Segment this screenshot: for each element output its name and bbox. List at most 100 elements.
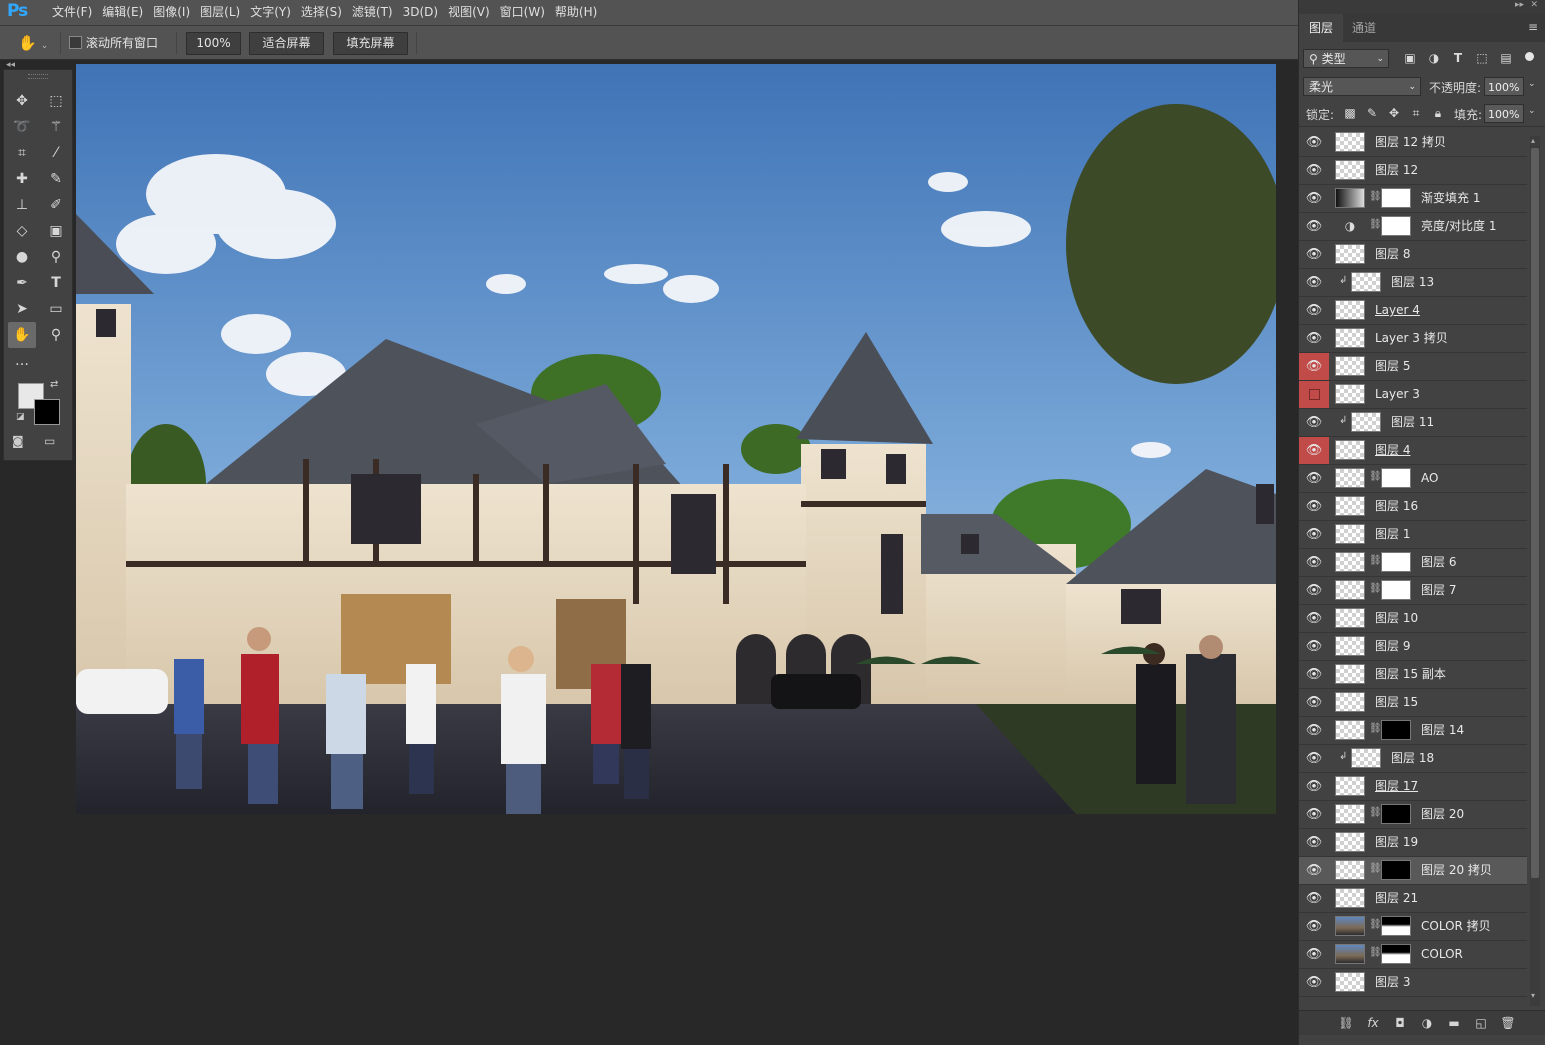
fill-screen-button[interactable]: 填充屏幕 [333,32,408,55]
link-icon[interactable]: ⛓ [1335,1014,1357,1032]
eye-icon[interactable]: 👁︎ [1299,325,1329,352]
path-select-icon[interactable]: ➤ [8,296,36,322]
layer-row[interactable]: 👁︎ Layer 3 拷贝 [1299,325,1527,353]
layer-row[interactable]: 👁︎ 图层 12 [1299,157,1527,185]
hand-icon[interactable]: ✋ [8,322,36,348]
tab-layers[interactable]: 图层 [1299,14,1344,42]
layer-row[interactable]: 👁︎ ⛓ COLOR [1299,941,1527,969]
link-icon[interactable]: ⛓ [1369,863,1382,874]
filter-pixel-icon[interactable]: ▣ [1402,51,1418,65]
filter-adjustment-icon[interactable]: ◑ [1426,51,1442,65]
link-icon[interactable]: ⛓ [1369,555,1382,566]
layer-row[interactable]: 👁︎ 图层 5 [1299,353,1527,381]
layer-mask-thumbnail[interactable] [1381,216,1411,236]
type-icon[interactable]: T [42,270,70,296]
adjustment-icon[interactable]: ◑ [1416,1014,1438,1032]
link-icon[interactable]: ⛓ [1369,471,1382,482]
layer-row[interactable]: 👁︎ 图层 19 [1299,829,1527,857]
filter-kind-select[interactable]: ⚲ 类型 ⌄ [1303,49,1389,68]
link-icon[interactable]: ⛓ [1369,807,1382,818]
layer-row[interactable]: 👁︎ 图层 9 [1299,633,1527,661]
zoom-icon[interactable]: ⚲ [42,322,70,348]
eye-icon[interactable]: 👁︎ [1299,409,1329,436]
lock-all-icon[interactable]: 🔒︎ [1430,106,1446,121]
menu-item[interactable]: 帮助(H) [550,0,602,25]
history-brush-icon[interactable]: ✐ [42,192,70,218]
layer-mask-thumbnail[interactable] [1381,720,1411,740]
layer-row[interactable]: 👁︎ 图层 15 [1299,689,1527,717]
link-icon[interactable]: ⛓ [1369,583,1382,594]
layer-row[interactable]: 👁︎ 图层 21 [1299,885,1527,913]
delete-icon[interactable]: 🗑︎ [1497,1014,1519,1032]
layer-mask-thumbnail[interactable] [1381,804,1411,824]
collapse-panels-icon[interactable]: ▸▸ [1515,0,1524,10]
add-mask-icon[interactable]: ◘ [1389,1014,1411,1032]
fill-dropdown-icon[interactable]: ⌄ [1528,106,1536,116]
layer-row[interactable]: 👁︎ ⛓ AO [1299,465,1527,493]
eye-icon[interactable]: 👁︎ [1299,717,1329,744]
layer-row[interactable]: 👁︎ 图层 17 [1299,773,1527,801]
layer-row[interactable]: 👁︎ 图层 15 副本 [1299,661,1527,689]
eye-icon[interactable]: 👁︎ [1299,437,1329,464]
layer-row[interactable]: 👁︎ ↲ 图层 18 [1299,745,1527,773]
menu-item[interactable]: 滤镜(T) [347,0,398,25]
menu-item[interactable]: 3D(D) [398,0,443,25]
quick-mask-icon[interactable]: ◙ [12,434,24,448]
background-color-swatch[interactable] [34,399,60,425]
magic-wand-icon[interactable]: ⚚ [42,114,70,140]
lock-image-icon[interactable]: ✎ [1364,106,1380,120]
layer-mask-thumbnail[interactable] [1381,860,1411,880]
layer-mask-thumbnail[interactable] [1381,944,1411,964]
eye-icon[interactable]: 👁︎ [1299,885,1329,912]
filter-toggle-icon[interactable] [1525,52,1534,61]
layer-row[interactable]: 👁︎ Layer 4 [1299,297,1527,325]
eye-icon[interactable]: 👁︎ [1299,353,1329,380]
eye-icon[interactable]: 👁︎ [1299,577,1329,604]
layer-row[interactable]: 👁︎ ⛓ 图层 14 [1299,717,1527,745]
lock-transparent-icon[interactable]: ▩ [1342,106,1358,120]
fill-input[interactable]: 100% [1484,104,1524,123]
eye-icon[interactable]: 👁︎ [1299,493,1329,520]
blur-icon[interactable]: ● [8,244,36,270]
marquee-icon[interactable]: ⬚ [42,88,70,114]
lock-artboard-icon[interactable]: ⌗ [1408,106,1424,121]
layer-row[interactable]: 👁︎ ↲ 图层 13 [1299,269,1527,297]
link-icon[interactable]: ⛓ [1369,191,1382,202]
pen-icon[interactable]: ✒ [8,270,36,296]
eye-icon[interactable]: 👁︎ [1299,689,1329,716]
move-icon[interactable]: ✥ [8,88,36,114]
eye-icon[interactable]: 👁︎ [1299,773,1329,800]
filter-shape-icon[interactable]: ⬚ [1474,51,1490,65]
eye-icon[interactable]: 👁︎ [1299,801,1329,828]
layer-mask-thumbnail[interactable] [1381,580,1411,600]
eraser-icon[interactable]: ◇ [8,218,36,244]
tab-channels[interactable]: 通道 [1342,14,1386,42]
group-icon[interactable]: ▬ [1443,1014,1465,1032]
eye-icon[interactable]: 👁︎ [1299,213,1329,240]
eye-icon[interactable]: 👁︎ [1299,969,1329,996]
default-colors-icon[interactable]: ◪ [16,412,25,422]
filter-smart-object-icon[interactable]: ▤ [1498,51,1514,65]
swap-colors-icon[interactable]: ⇄ [50,379,58,390]
fit-screen-button[interactable]: 适合屏幕 [249,32,324,55]
layer-row[interactable]: 👁︎ ⛓ 图层 20 [1299,801,1527,829]
eye-icon[interactable]: 👁︎ [1299,857,1329,884]
menu-item[interactable]: 文件(F) [47,0,97,25]
layer-row[interactable]: 👁︎ ◑ ⛓ 亮度/对比度 1 [1299,213,1527,241]
eye-icon[interactable]: 👁︎ [1299,129,1329,156]
opacity-dropdown-icon[interactable]: ⌄ [1528,79,1536,89]
eye-icon[interactable]: 👁︎ [1299,549,1329,576]
gradient-icon[interactable]: ▣ [42,218,70,244]
menu-item[interactable]: 选择(S) [296,0,347,25]
eye-icon[interactable]: 👁︎ [1299,297,1329,324]
dodge-icon[interactable]: ⚲ [42,244,70,270]
layer-row[interactable]: 👁︎ 图层 12 拷贝 [1299,129,1527,157]
eye-icon[interactable]: 👁︎ [1299,633,1329,660]
eye-icon[interactable]: 👁︎ [1299,605,1329,632]
eyedropper-icon[interactable]: ⁄ [42,140,70,166]
crop-icon[interactable]: ⌗ [8,140,36,166]
eye-icon[interactable]: 👁︎ [1299,829,1329,856]
layer-row[interactable]: 👁︎ 图层 4 [1299,437,1527,465]
layer-mask-thumbnail[interactable] [1381,552,1411,572]
stamp-icon[interactable]: ⊥ [8,192,36,218]
